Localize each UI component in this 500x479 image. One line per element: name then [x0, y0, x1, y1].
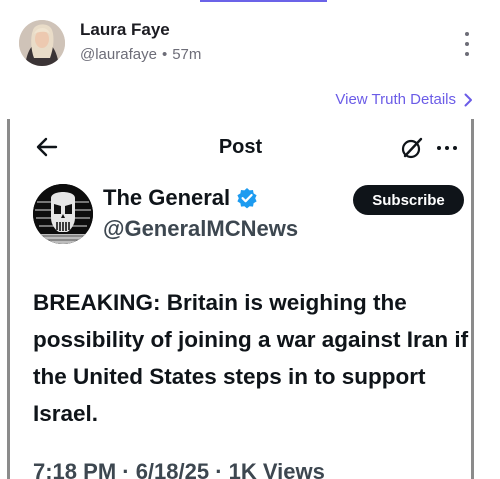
- verified-badge-icon: [237, 188, 257, 209]
- view-truth-details-label: View Truth Details: [335, 91, 456, 108]
- chevron-right-icon: [464, 93, 472, 106]
- subscribe-button[interactable]: Subscribe: [353, 185, 464, 215]
- post-timestamp-views: 7:18 PM · 6/18/25 · 1K Views: [33, 459, 325, 479]
- author-handle-line: @laurafaye • 57m: [80, 46, 201, 63]
- more-options-icon[interactable]: [462, 32, 472, 56]
- grok-icon[interactable]: [399, 135, 425, 161]
- embedded-post-card[interactable]: Post The General @GeneralMCNews Subscrib…: [7, 119, 474, 479]
- view-truth-details-link[interactable]: View Truth Details: [335, 91, 473, 108]
- top-accent-bar: [200, 0, 327, 2]
- author-avatar-image: [19, 20, 65, 66]
- the-general-avatar[interactable]: [33, 184, 93, 244]
- post-body-text: BREAKING: Britain is weighing the possib…: [33, 290, 469, 426]
- skull-avatar-image: [33, 184, 93, 244]
- display-name[interactable]: The General: [103, 185, 230, 211]
- author-avatar[interactable]: [19, 20, 65, 66]
- truth-social-post-view: Laura Faye @laurafaye • 57m View Truth Det…: [0, 0, 500, 479]
- username[interactable]: @GeneralMCNews: [103, 216, 298, 242]
- post-time-ago: 57m: [172, 46, 202, 63]
- author-handle[interactable]: @laurafaye: [80, 46, 157, 63]
- meta-separator: •: [161, 46, 168, 63]
- display-name-row: The General: [103, 185, 258, 211]
- post-more-icon[interactable]: [437, 146, 457, 150]
- author-name[interactable]: Laura Faye: [80, 20, 170, 40]
